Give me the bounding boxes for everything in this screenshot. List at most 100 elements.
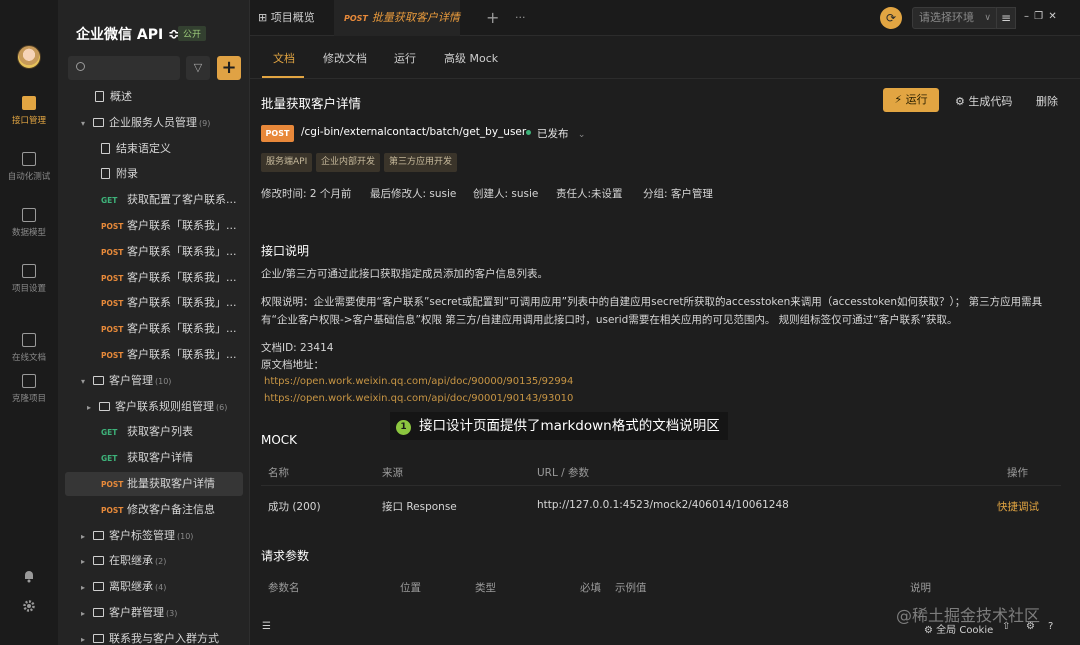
tree-api-item[interactable]: GET 获取客户详情 [65,446,243,470]
tree-api-item[interactable]: POST 客户联系「联系我」... [65,343,243,367]
caret-right-icon[interactable]: ▸ [81,628,93,645]
tree-api-item[interactable]: POST 客户联系「联系我」... [65,291,243,315]
delete-button[interactable]: 删除 [1036,93,1058,109]
settings-gear-icon[interactable] [22,599,36,613]
item-count: (2) [155,557,167,567]
tab-batch-get-customer[interactable]: POST 批量获取客户详情 [344,0,460,36]
item-count: (10) [177,531,194,541]
params-col-name: 参数名 [268,582,300,594]
help-icon[interactable]: ? [1048,621,1053,632]
tree-api-item[interactable]: POST 修改客户备注信息 [65,498,243,522]
more-tabs-button[interactable]: ··· [515,0,526,36]
mock-col-op: 操作 [1007,467,1028,479]
tree-api-item[interactable]: POST 客户联系「联系我」... [65,240,243,264]
main-content: 文档 修改文档 运行 高级 Mock 批量获取客户详情 ⚡ 运行 ⚙ 生成代码 … [250,36,1080,645]
list-icon[interactable]: ☰ [262,621,271,632]
generate-code-button[interactable]: ⚙ 生成代码 [955,93,1012,109]
rail-item-clone-project[interactable]: 克隆项目 [0,374,58,404]
caret-down-icon[interactable]: ▾ [81,112,93,135]
subtab-run[interactable]: 运行 [394,50,416,66]
user-avatar[interactable] [17,45,41,69]
item-count: (4) [155,583,167,593]
permission-text: 权限说明：企业需要使用“客户联系”secret或配置到“可调用应用”列表中的自建… [261,296,1043,326]
method-label: POST [101,247,124,257]
tree-api-item[interactable]: POST 客户联系「联系我」... [65,317,243,341]
tree-folder[interactable]: ▾ 客户管理 (10) [65,369,243,393]
method-label: POST [101,505,124,515]
environment-menu-icon[interactable]: ≡ [996,7,1016,29]
subtab-docs[interactable]: 文档 [273,50,295,66]
quick-debug-button[interactable]: 快捷调试 [997,499,1039,514]
params-col-type: 类型 [475,582,496,594]
tree-folder[interactable]: ▸ 在职继承 (2) [65,549,243,573]
tree-doc[interactable]: 附录 [65,162,243,186]
tree-folder[interactable]: ▸ 客户标签管理 (10) [65,524,243,548]
tree-item-label: 结束语定义 [116,141,171,155]
tree-folder[interactable]: ▸ 离职继承 (4) [65,575,243,599]
markdown-doc-icon [95,91,104,102]
caret-right-icon[interactable]: ▸ [81,576,93,599]
add-button[interactable]: + [217,56,241,80]
sync-icon[interactable]: ⟳ [880,7,902,29]
rail-item-online-docs[interactable]: 在线文档 [0,333,58,363]
tree-folder[interactable]: ▾ 企业服务人员管理 (9) [65,111,243,135]
caret-right-icon[interactable]: ▸ [81,525,93,548]
tree-api-item[interactable]: GET 获取配置了客户联系... [65,188,243,212]
rail-item-label: 接口管理 [11,116,46,126]
tree-folder[interactable]: ▸ 联系我与客户入群方式 [65,627,243,645]
caret-right-icon[interactable]: ▸ [81,550,93,573]
new-tab-button[interactable]: + [486,0,499,36]
tree-doc[interactable]: 概述 [65,85,243,109]
tree-item-label: 获取客户列表 [127,425,193,439]
tree-item-label: 企业服务人员管理 [109,115,197,129]
bell-icon[interactable] [22,569,36,583]
caret-right-icon[interactable]: ▸ [81,602,93,625]
window-controls[interactable]: – ❐ ✕ [1024,11,1058,22]
tree-api-item[interactable]: POST 批量获取客户详情 [65,472,243,496]
rail-item-automation-test[interactable]: 自动化测试 [0,152,58,182]
project-title[interactable]: 企业微信 API ≎ [76,24,180,44]
caret-down-icon[interactable]: ▾ [81,370,93,393]
annotation-number: 1 [396,420,411,435]
environment-placeholder: 请选择环境 [919,11,974,24]
tree-item-label: 客户联系「联系我」... [127,270,237,284]
run-button[interactable]: ⚡ 运行 [883,88,939,112]
tree-doc[interactable]: 结束语定义 [65,137,243,161]
project-settings-icon [22,264,36,278]
tree-api-item[interactable]: GET 获取客户列表 [65,420,243,444]
search-icon [76,62,85,71]
doc-link[interactable]: https://open.work.weixin.qq.com/api/doc/… [264,393,573,404]
tag: 企业内部开发 [316,153,381,172]
status-select[interactable]: 已发布 ⌄ [526,126,585,141]
doc-url-label: 原文档地址： [261,359,324,371]
tree-folder[interactable]: ▸ 客户联系规则组管理 (6) [65,395,243,419]
code-icon: ⚙ [955,95,969,108]
subtab-edit-docs[interactable]: 修改文档 [323,50,367,66]
tree-item-label: 离职继承 [109,580,153,594]
clone-project-icon [22,374,36,388]
tree-api-item[interactable]: POST 客户联系「联系我」... [65,214,243,238]
rail-item-label: 克隆项目 [11,394,46,404]
chevron-down-icon: ⌄ [577,130,586,140]
tree-item-label: 客户联系「联系我」... [127,219,237,232]
filter-button[interactable]: ▽ [186,56,210,80]
item-count: (9) [199,118,211,128]
rail-item-data-model[interactable]: 数据模型 [0,208,58,238]
tree-item-label: 客户标签管理 [109,528,175,542]
lightning-icon: ⚡ [894,93,903,106]
grid-icon: ⊞ [258,11,271,24]
subtab-advanced-mock[interactable]: 高级 Mock [444,50,498,66]
caret-right-icon[interactable]: ▸ [87,396,99,419]
doc-link[interactable]: https://open.work.weixin.qq.com/api/doc/… [264,376,573,387]
tree-folder[interactable]: ▸ 客户群管理 (3) [65,601,243,625]
environment-select[interactable]: 请选择环境 ∨ [912,7,998,29]
tab-project-overview[interactable]: ⊞ 项目概览 [258,0,315,36]
method-label: POST [101,480,124,489]
tree-item-label: 客户管理 [109,373,153,387]
search-input[interactable] [68,56,180,80]
mock-row-url[interactable]: http://127.0.0.1:4523/mock2/406014/10061… [537,499,789,511]
rail-item-api-management[interactable]: 接口管理 [0,96,58,126]
tree-api-item[interactable]: POST 客户联系「联系我」... [65,266,243,290]
rail-item-project-settings[interactable]: 项目设置 [0,264,58,294]
rail-item-label: 项目设置 [11,284,46,294]
